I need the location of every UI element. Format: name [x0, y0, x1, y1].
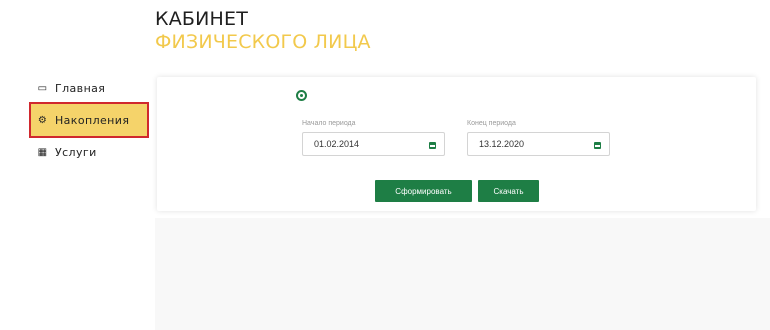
sidebar-item-label: Услуги — [55, 145, 97, 159]
content-area — [155, 218, 770, 330]
start-date-value: 01.02.2014 — [314, 139, 360, 149]
monitor-icon: ▭ — [37, 82, 48, 94]
page-title: КАБИНЕТ ФИЗИЧЕСКОГО ЛИЦА — [155, 8, 371, 54]
download-button[interactable]: Скачать — [478, 180, 539, 202]
sidebar-item-services[interactable]: ▦ Услуги — [30, 139, 150, 165]
sidebar-item-label: Главная — [55, 81, 106, 95]
report-type-radio[interactable] — [296, 90, 307, 101]
grid-icon: ▦ — [37, 146, 48, 158]
page-title-line1: КАБИНЕТ — [155, 8, 249, 30]
end-date-label: Конец периода — [467, 120, 516, 127]
start-date-field[interactable]: 01.02.2014 — [302, 132, 445, 156]
sidebar-item-savings[interactable]: ⚙ Накопления — [29, 102, 149, 138]
sidebar-item-home[interactable]: ▭ Главная — [30, 75, 150, 101]
calendar-icon[interactable] — [594, 142, 601, 149]
calendar-icon[interactable] — [429, 142, 436, 149]
sidebar: ▭ Главная ⚙ Накопления ▦ Услуги — [29, 75, 150, 165]
generate-button[interactable]: Сформировать — [375, 180, 472, 202]
page-title-line2: ФИЗИЧЕСКОГО ЛИЦА — [155, 31, 371, 53]
sidebar-item-label: Накопления — [55, 113, 130, 127]
start-date-label: Начало периода — [302, 120, 356, 127]
end-date-value: 13.12.2020 — [479, 139, 525, 149]
end-date-field[interactable]: 13.12.2020 — [467, 132, 610, 156]
settings-icon: ⚙ — [37, 114, 48, 126]
